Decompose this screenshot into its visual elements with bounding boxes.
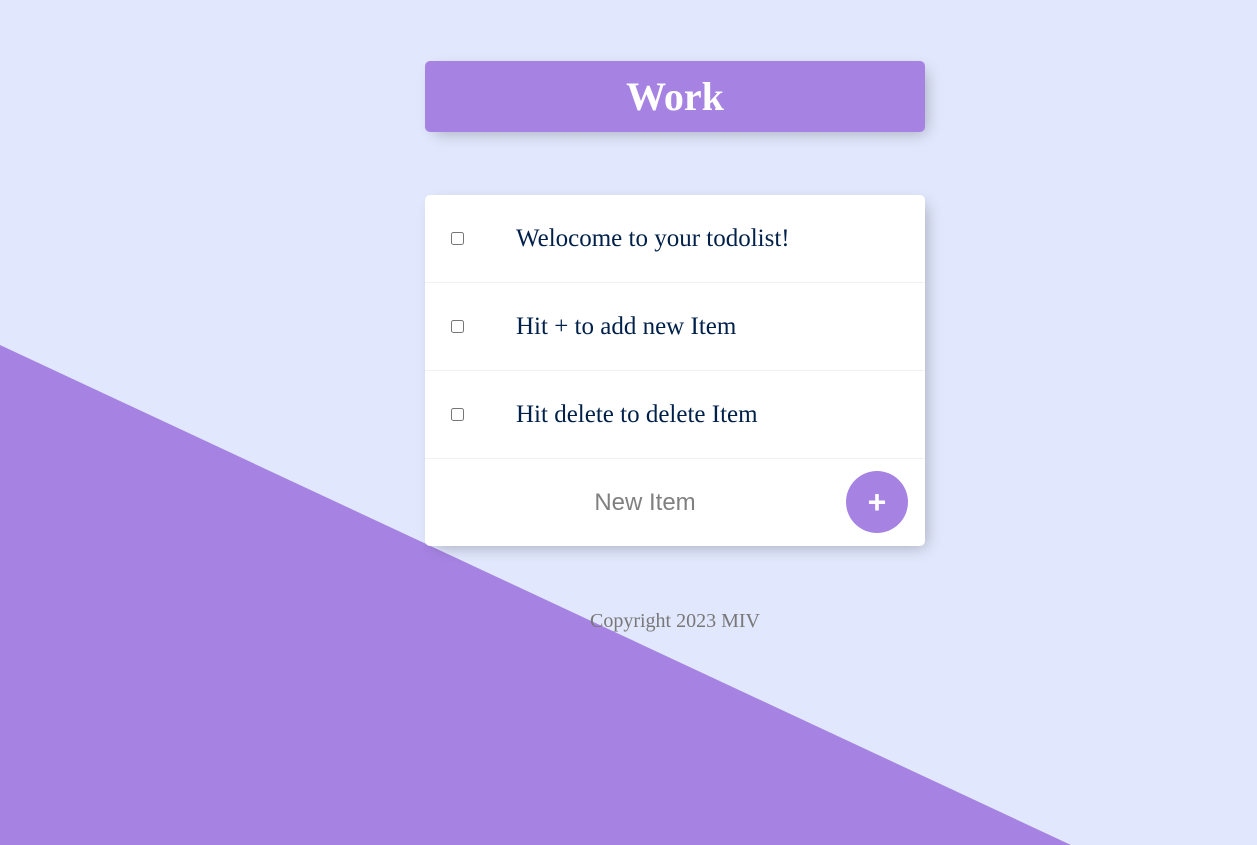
list-item: Welocome to your todolist!: [425, 195, 925, 283]
item-checkbox[interactable]: [451, 408, 464, 421]
item-label: Welocome to your todolist!: [516, 224, 790, 252]
footer: Copyright 2023 MIV: [0, 610, 1257, 653]
new-item-input[interactable]: [495, 488, 795, 517]
add-item-button[interactable]: +: [846, 471, 908, 533]
item-checkbox[interactable]: [451, 320, 464, 333]
copyright-text: Copyright 2023 MIV: [590, 610, 760, 632]
header-box: Work: [425, 61, 925, 132]
list-item: Hit delete to delete Item: [425, 371, 925, 459]
page-title: Work: [626, 73, 724, 119]
item-label: Hit + to add new Item: [516, 312, 737, 340]
list-item: Hit + to add new Item: [425, 283, 925, 371]
todo-list: Welocome to your todolist! Hit + to add …: [425, 195, 925, 546]
item-checkbox[interactable]: [451, 232, 464, 245]
item-label: Hit delete to delete Item: [516, 400, 758, 428]
new-item-form: +: [425, 459, 925, 546]
